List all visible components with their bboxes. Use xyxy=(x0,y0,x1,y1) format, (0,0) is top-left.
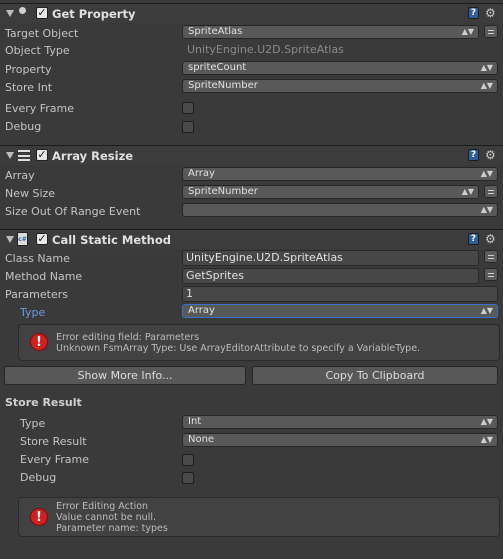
target-object-select[interactable]: SpriteAtlas ▲▼ xyxy=(182,25,479,39)
property-label: Property xyxy=(5,63,52,76)
gear-icon[interactable]: ⚙ xyxy=(485,149,496,161)
result-every-frame-label: Every Frame xyxy=(20,453,90,466)
result-debug-label: Debug xyxy=(20,471,57,484)
enable-checkbox[interactable]: ✓ xyxy=(36,149,48,161)
store-int-value: SpriteNumber xyxy=(188,80,258,91)
minus-icon[interactable] xyxy=(484,185,498,198)
debug-label: Debug xyxy=(5,120,42,133)
store-int-select[interactable]: SpriteNumber ▲▼ xyxy=(182,79,498,93)
chevron-icon: ▲▼ xyxy=(480,306,493,315)
size-out-of-range-select[interactable]: ▲▼ xyxy=(182,203,498,217)
every-frame-label: Every Frame xyxy=(5,102,75,115)
chevron-icon: ▲▼ xyxy=(480,63,493,72)
action-title: Get Property xyxy=(52,7,136,21)
type-label: Type xyxy=(20,306,46,319)
parameters-input[interactable]: 1 xyxy=(182,286,498,302)
object-type-label: Object Type xyxy=(5,44,70,57)
size-out-of-range-label: Size Out Of Range Event xyxy=(5,205,141,218)
chevron-icon: ▲▼ xyxy=(480,205,493,214)
fold-arrow-icon[interactable] xyxy=(6,236,14,243)
gear-icon[interactable]: ⚙ xyxy=(485,7,496,19)
chevron-icon: ▲▼ xyxy=(480,81,493,90)
property-select[interactable]: spriteCount ▲▼ xyxy=(182,61,498,75)
chevron-icon: ▲▼ xyxy=(480,169,493,178)
minus-icon[interactable] xyxy=(484,250,498,263)
store-result-heading: Store Result xyxy=(5,396,82,409)
type-value: Array xyxy=(188,305,215,316)
error-box-parameters: ! Error editing field: Parameters Unknow… xyxy=(18,324,500,361)
error-icon: ! xyxy=(30,508,48,526)
method-name-label: Method Name xyxy=(5,270,83,283)
result-debug-checkbox[interactable] xyxy=(182,472,194,484)
minus-icon[interactable] xyxy=(484,268,498,281)
script-icon: c# xyxy=(17,232,28,246)
chevron-icon: ▲▼ xyxy=(461,27,474,36)
error-box-action: ! Error Editing Action Value cannot be n… xyxy=(18,497,500,537)
error-icon: ! xyxy=(30,333,48,351)
action-title: Array Resize xyxy=(52,149,134,163)
result-type-value: Int xyxy=(188,416,202,427)
help-icon[interactable]: ? xyxy=(468,7,479,19)
array-label: Array xyxy=(5,169,35,182)
array-select[interactable]: Array ▲▼ xyxy=(182,167,498,181)
object-type-value: UnityEngine.U2D.SpriteAtlas xyxy=(187,43,344,56)
enable-checkbox[interactable]: ✓ xyxy=(36,7,48,19)
chevron-icon: ▲▼ xyxy=(480,417,493,426)
property-value: spriteCount xyxy=(188,62,247,73)
gear-icon[interactable]: ⚙ xyxy=(485,233,496,245)
array-value: Array xyxy=(188,168,215,179)
result-type-label: Type xyxy=(20,417,46,430)
action-title: Call Static Method xyxy=(52,233,171,247)
chevron-icon: ▲▼ xyxy=(480,435,493,444)
get-property-header[interactable]: ✓ Get Property ? ⚙ xyxy=(0,3,503,23)
help-icon[interactable]: ? xyxy=(468,149,479,161)
debug-checkbox[interactable] xyxy=(182,121,194,133)
method-name-input[interactable]: GetSprites xyxy=(182,268,479,284)
store-result-label: Store Result xyxy=(20,435,87,448)
class-name-label: Class Name xyxy=(5,252,70,265)
circle-icon xyxy=(19,7,26,14)
every-frame-checkbox[interactable] xyxy=(182,102,194,114)
result-every-frame-checkbox[interactable] xyxy=(182,454,194,466)
minus-icon[interactable] xyxy=(484,25,498,38)
enable-checkbox[interactable]: ✓ xyxy=(36,233,48,245)
array-resize-header[interactable]: ✓ Array Resize ? ⚙ xyxy=(0,145,503,165)
store-result-select[interactable]: None ▲▼ xyxy=(182,433,498,447)
fold-arrow-icon[interactable] xyxy=(6,10,14,17)
target-object-label: Target Object xyxy=(5,27,79,40)
show-more-info-button[interactable]: Show More Info... xyxy=(4,366,246,385)
error-line: Unknown FsmArray Type: Use ArrayEditorAt… xyxy=(56,343,421,354)
error-line: Parameter name: types xyxy=(56,523,168,534)
help-icon[interactable]: ? xyxy=(468,233,479,245)
error-line: Error editing field: Parameters xyxy=(56,332,200,343)
store-int-label: Store Int xyxy=(5,81,53,94)
chevron-icon: ▲▼ xyxy=(461,187,474,196)
new-size-value: SpriteNumber xyxy=(188,186,258,197)
new-size-label: New Size xyxy=(5,187,56,200)
type-select[interactable]: Array ▲▼ xyxy=(182,304,498,318)
call-static-method-header[interactable]: c# ✓ Call Static Method ? ⚙ xyxy=(0,229,503,249)
result-type-select[interactable]: Int ▲▼ xyxy=(182,415,498,429)
parameters-label: Parameters xyxy=(5,288,68,301)
fold-arrow-icon[interactable] xyxy=(6,152,14,159)
error-line: Error Editing Action xyxy=(56,501,149,512)
target-object-value: SpriteAtlas xyxy=(188,26,243,37)
copy-to-clipboard-button[interactable]: Copy To Clipboard xyxy=(252,366,498,385)
error-line: Value cannot be null. xyxy=(56,512,156,523)
store-result-value: None xyxy=(188,434,215,445)
new-size-select[interactable]: SpriteNumber ▲▼ xyxy=(182,185,479,199)
list-icon xyxy=(18,150,30,161)
class-name-input[interactable]: UnityEngine.U2D.SpriteAtlas xyxy=(182,250,479,266)
